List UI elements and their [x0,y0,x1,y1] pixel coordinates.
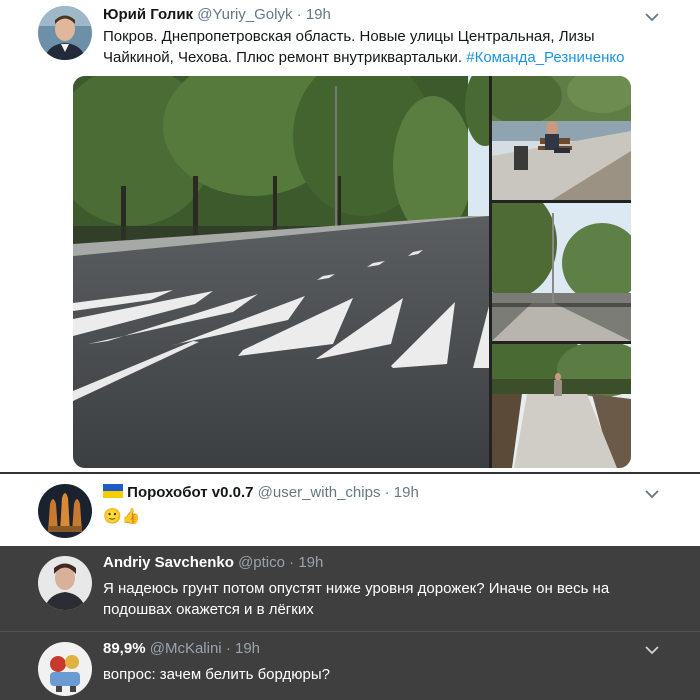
ukraine-flag-icon [103,484,123,498]
hashtag-link[interactable]: #Команда_Резниченко [466,49,624,66]
tweet-header: Юрий Голик @Yuriy_Golyk · 19h [103,6,331,23]
tweet-text-line: вопрос: зачем белить бордюры? [103,666,330,683]
author-name[interactable]: Порохобот v0.0.7 [127,484,253,501]
avatar[interactable] [38,484,92,538]
author-name[interactable]: Юрий Голик [103,6,193,23]
timestamp[interactable]: 19h [394,484,419,501]
chevron-down-icon[interactable] [644,9,660,25]
chevron-down-icon[interactable] [644,486,660,502]
timestamp[interactable]: 19h [306,6,331,23]
separator-dot: · [225,640,231,657]
chevron-down-icon[interactable] [644,642,660,658]
separator-dot: · [384,484,390,501]
tweet-text-line: Я надеюсь грунт потом опустят ниже уровн… [103,580,610,597]
separator-dot: · [289,554,295,571]
timestamp[interactable]: 19h [298,554,323,571]
tweet-golyk[interactable]: Юрий Голик @Yuriy_Golyk · 19h Покров. Дн… [0,0,700,472]
timestamp[interactable]: 19h [235,640,260,657]
road-photo[interactable] [73,76,489,468]
tweet-header: 89,9% @McKalini · 19h [103,640,260,657]
tweet-text-line: Чайкиной, Чехова. Плюс ремонт внутриквар… [103,47,624,68]
walkway-photo[interactable] [492,344,631,468]
tweet-savchenko[interactable]: Andriy Savchenko @ptico · 19h Я надеюсь … [0,546,700,631]
tweet-text-line: подошвах окажется и в лёгких [103,601,314,618]
tweet-header: Порохобот v0.0.7 @user_with_chips · 19h [103,484,419,501]
alley-photo[interactable] [492,203,631,341]
tweet-text: 🙂👍 [103,506,140,527]
bench-photo[interactable] [492,76,631,200]
tweet-porokhobot[interactable]: Порохобот v0.0.7 @user_with_chips · 19h … [0,474,700,546]
tweet-header: Andriy Savchenko @ptico · 19h [103,554,323,571]
tweet-text-line: Покров. Днепропетровская область. Новые … [103,28,595,45]
author-name[interactable]: Andriy Savchenko [103,554,234,571]
avatar[interactable] [38,642,92,696]
author-name[interactable]: 89,9% [103,640,146,657]
photo-grid[interactable] [73,76,631,468]
tweet-text: Я надеюсь грунт потом опустят ниже уровн… [103,578,609,620]
tweet-mckalini[interactable]: 89,9% @McKalini · 19h вопрос: зачем бели… [0,631,700,700]
avatar[interactable] [38,6,92,60]
emoji-text: 🙂👍 [103,508,141,525]
avatar[interactable] [38,556,92,610]
author-handle[interactable]: @user_with_chips [258,484,381,501]
author-handle[interactable]: @McKalini [150,640,222,657]
author-handle[interactable]: @Yuriy_Golyk [197,6,292,23]
tweet-text: Покров. Днепропетровская область. Новые … [103,26,624,68]
tweet-text: вопрос: зачем белить бордюры? [103,664,330,685]
separator-dot: · [296,6,302,23]
author-handle[interactable]: @ptico [238,554,285,571]
tweet-text-segment: Чайкиной, Чехова. Плюс ремонт внутриквар… [103,49,467,66]
